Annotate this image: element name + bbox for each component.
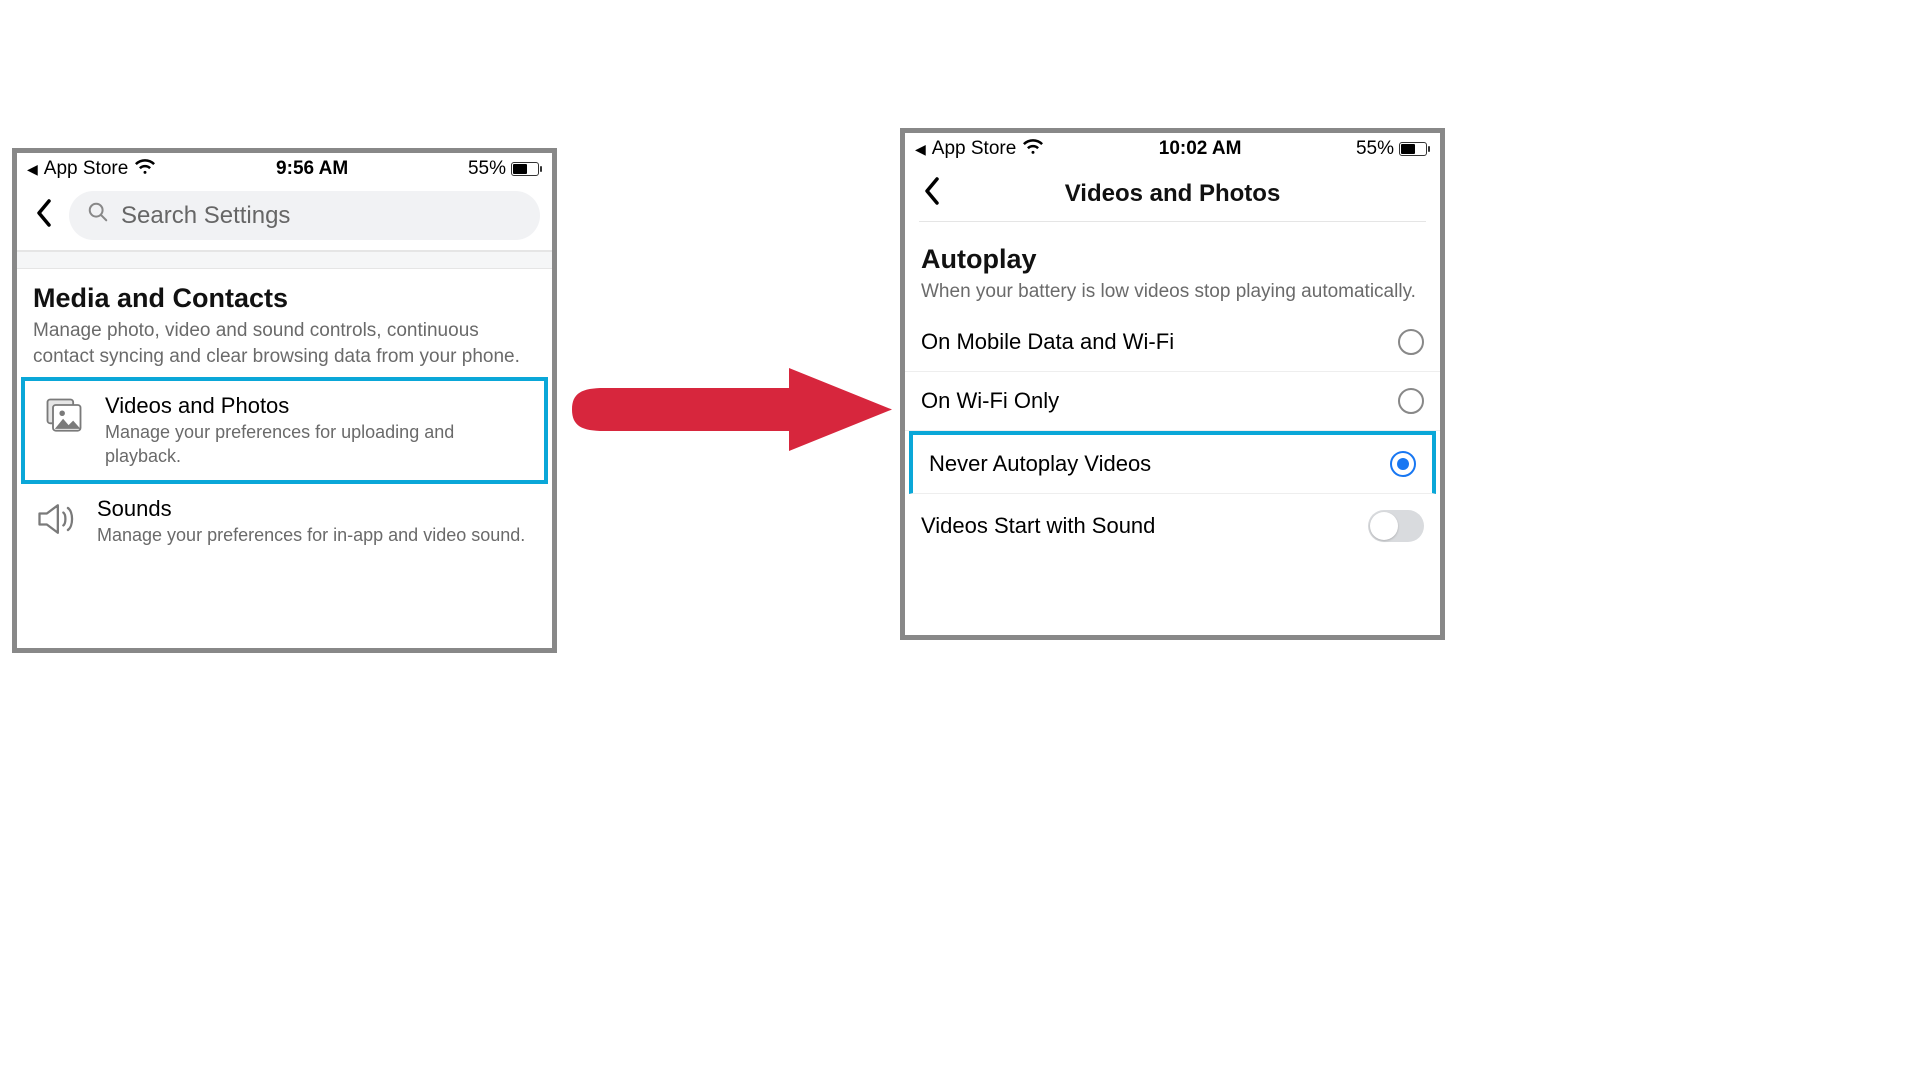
autoplay-option-never[interactable]: Never Autoplay Videos	[909, 431, 1436, 494]
battery-icon	[511, 162, 542, 176]
radio-unselected-icon	[1398, 388, 1424, 414]
autoplay-desc: When your battery is low videos stop pla…	[921, 279, 1424, 305]
wifi-icon	[1022, 137, 1044, 161]
battery-percent: 55%	[468, 158, 506, 180]
search-placeholder: Search Settings	[121, 202, 290, 230]
section-title: Media and Contacts	[33, 283, 536, 314]
autoplay-option-wifi-only[interactable]: On Wi-Fi Only	[905, 372, 1440, 431]
autoplay-header: Autoplay When your battery is low videos…	[905, 222, 1440, 313]
setting-videos-and-photos[interactable]: Videos and Photos Manage your preference…	[21, 377, 548, 484]
battery-percent: 55%	[1356, 138, 1394, 160]
toggle-label: Videos Start with Sound	[921, 513, 1155, 539]
setting-sounds[interactable]: Sounds Manage your preferences for in-ap…	[17, 484, 552, 559]
option-label: On Mobile Data and Wi-Fi	[921, 329, 1174, 355]
setting-title: Videos and Photos	[105, 393, 528, 419]
setting-desc: Manage your preferences for in-app and v…	[97, 524, 525, 547]
speaker-icon	[33, 496, 79, 542]
section-header: Media and Contacts Manage photo, video a…	[17, 269, 552, 377]
radio-selected-icon	[1390, 451, 1416, 477]
toggle-off-icon[interactable]	[1368, 510, 1424, 542]
option-label: Never Autoplay Videos	[929, 451, 1151, 477]
videos-start-with-sound-row[interactable]: Videos Start with Sound	[905, 494, 1440, 558]
page-title: Videos and Photos	[957, 180, 1388, 208]
option-label: On Wi-Fi Only	[921, 388, 1059, 414]
section-gap	[17, 251, 552, 269]
arrow-right-icon	[564, 362, 899, 457]
section-description: Manage photo, video and sound controls, …	[33, 318, 536, 369]
back-button[interactable]	[917, 177, 947, 211]
setting-title: Sounds	[97, 496, 525, 522]
status-time: 9:56 AM	[276, 158, 348, 180]
back-to-app-label[interactable]: App Store	[932, 138, 1017, 160]
autoplay-heading: Autoplay	[921, 244, 1424, 275]
radio-unselected-icon	[1398, 329, 1424, 355]
status-time: 10:02 AM	[1159, 138, 1242, 160]
search-icon	[87, 201, 109, 230]
battery-icon	[1399, 142, 1430, 156]
setting-desc: Manage your preferences for uploading an…	[105, 421, 528, 468]
back-to-app-caret-icon[interactable]: ◀	[915, 141, 926, 158]
back-button[interactable]	[29, 199, 59, 233]
back-to-app-caret-icon[interactable]: ◀	[27, 161, 38, 178]
settings-screen-left: ◀ App Store 9:56 AM 55% Search Settings …	[12, 148, 557, 653]
nav-row: Search Settings	[17, 183, 552, 250]
nav-row: Videos and Photos	[905, 163, 1440, 221]
search-input[interactable]: Search Settings	[69, 191, 540, 240]
videos-photos-screen-right: ◀ App Store 10:02 AM 55% Videos and Phot…	[900, 128, 1445, 640]
photos-icon	[41, 393, 87, 439]
status-bar: ◀ App Store 9:56 AM 55%	[17, 153, 552, 183]
back-to-app-label[interactable]: App Store	[44, 158, 129, 180]
status-bar: ◀ App Store 10:02 AM 55%	[905, 133, 1440, 163]
autoplay-option-mobile-wifi[interactable]: On Mobile Data and Wi-Fi	[905, 313, 1440, 372]
wifi-icon	[134, 157, 156, 181]
